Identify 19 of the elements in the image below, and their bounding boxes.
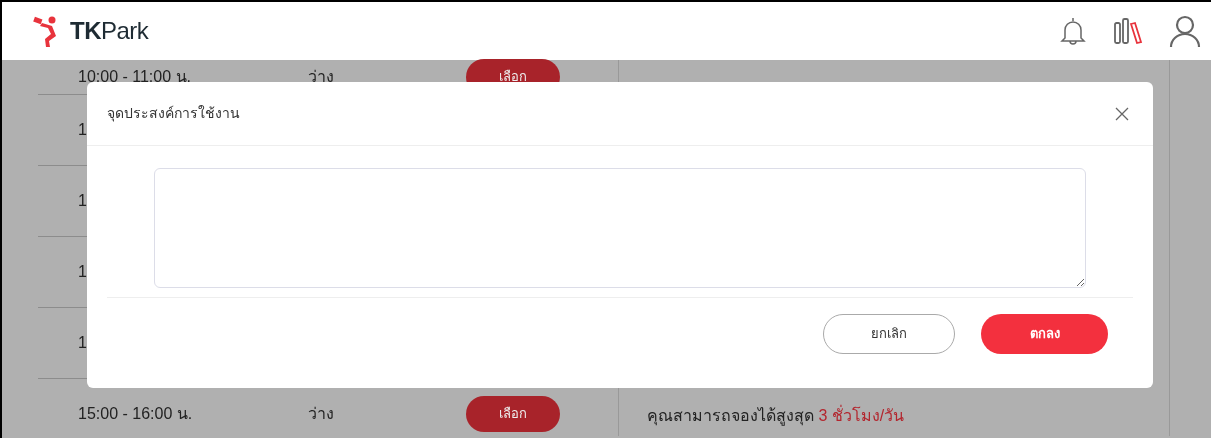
slot-time: 10:00 - 11:00 น.: [78, 67, 192, 87]
dialog-title: จุดประสงค์การใช้งาน: [107, 104, 240, 124]
slot-time: 1: [78, 333, 88, 353]
books-icon[interactable]: [1113, 17, 1143, 45]
slot-status: ว่าง: [308, 404, 335, 424]
logo-text[interactable]: TKPark: [70, 13, 149, 49]
user-icon[interactable]: [1169, 14, 1201, 48]
booking-limit-text: คุณสามารถจองได้สูงสุด 3 ชั่วโมง/วัน: [647, 404, 905, 428]
slot-time: 1: [78, 120, 88, 140]
slot-time: 15:00 - 16:00 น.: [78, 404, 194, 424]
select-button[interactable]: เลือก: [466, 396, 560, 432]
slot-status: ว่าง: [308, 67, 335, 87]
cancel-button[interactable]: ยกเลิก: [823, 314, 955, 354]
close-icon: [1115, 107, 1129, 122]
purpose-input-field[interactable]: [154, 168, 1086, 288]
bell-icon[interactable]: [1059, 16, 1087, 46]
slot-time: 1: [78, 262, 88, 282]
slot-time: 1: [78, 191, 88, 211]
confirm-button[interactable]: ตกลง: [981, 314, 1108, 354]
